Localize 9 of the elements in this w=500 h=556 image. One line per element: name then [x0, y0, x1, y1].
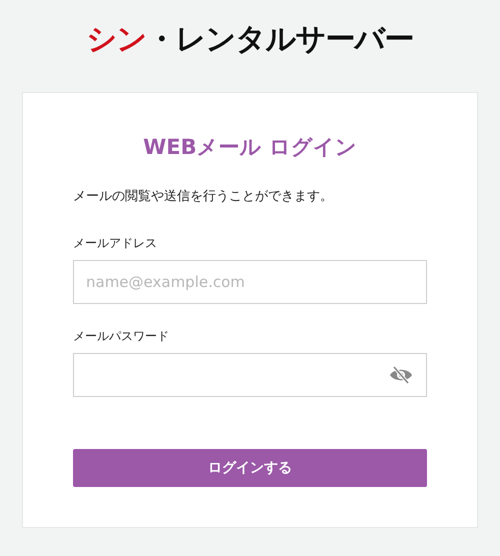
field-label: メールパスワード	[73, 328, 169, 345]
logo: シン・レンタルサーバー	[86, 22, 414, 58]
email-field[interactable]: name@example.com	[73, 260, 427, 304]
login-button[interactable]: ログインする	[73, 449, 427, 487]
description: メールの閲覧や送信を行うことができます。	[73, 188, 333, 205]
password-field[interactable]	[73, 353, 427, 397]
field-label: メールアドレス	[73, 235, 157, 252]
login-title: WEBメール ログイン	[143, 134, 357, 161]
eye-slash-icon[interactable]	[389, 365, 413, 385]
